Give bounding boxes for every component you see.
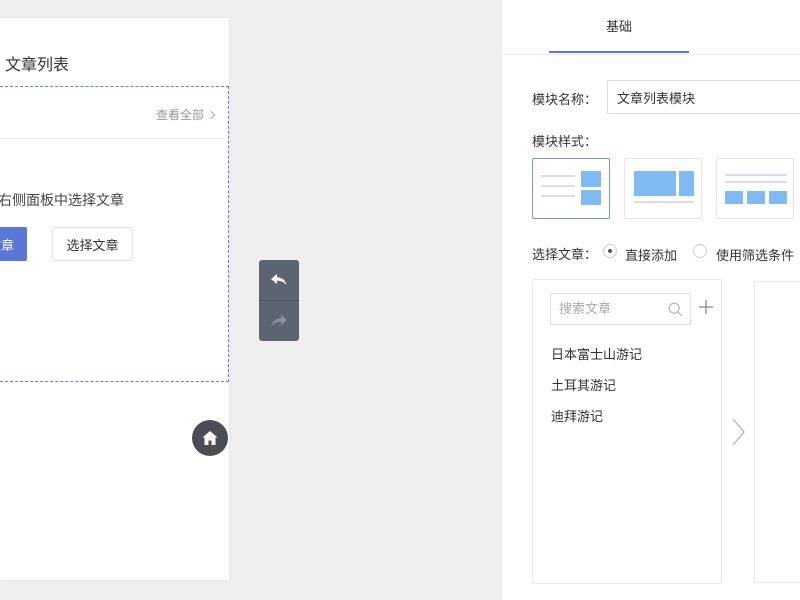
- style-block: [679, 171, 694, 196]
- home-icon: [202, 431, 218, 445]
- style-block: [747, 191, 765, 204]
- article-source-list: 日本富士山游记 土耳其游记 迪拜游记: [532, 279, 722, 584]
- radio-direct-add[interactable]: [603, 244, 617, 258]
- module-name-label: 模块名称：: [532, 93, 598, 108]
- style-line: [725, 174, 787, 176]
- primary-button[interactable]: 文章: [0, 227, 27, 261]
- divider: [0, 138, 228, 139]
- divider: [502, 54, 800, 55]
- style-line: [541, 175, 575, 177]
- redo-button[interactable]: [259, 301, 299, 341]
- style-option-3[interactable]: [716, 158, 794, 219]
- style-line: [541, 195, 575, 197]
- undo-icon: [271, 274, 287, 286]
- empty-hint: 右侧面板中选择文章: [0, 193, 124, 209]
- select-article-label: 选择文章：: [532, 248, 598, 263]
- tab-basic[interactable]: 基础: [549, 0, 689, 53]
- phone-preview: 文章列表 查看全部 右侧面板中选择文章 文章 选择文章: [0, 18, 229, 580]
- redo-icon: [271, 315, 287, 327]
- undo-redo-toolbar: [259, 260, 299, 341]
- article-item[interactable]: 迪拜游记: [551, 406, 603, 425]
- search-box: [550, 293, 691, 325]
- radio-use-filter-label[interactable]: 使用筛选条件: [716, 245, 794, 264]
- plus-icon[interactable]: [698, 299, 714, 315]
- home-button[interactable]: [192, 420, 228, 456]
- page-title: 文章列表: [5, 55, 70, 74]
- select-article-button[interactable]: 选择文章: [52, 227, 133, 261]
- style-block: [634, 171, 676, 196]
- style-option-1[interactable]: [532, 158, 610, 219]
- chevron-right-icon: [206, 110, 216, 119]
- search-icon[interactable]: [668, 302, 683, 317]
- style-block: [725, 191, 743, 204]
- style-line: [634, 201, 694, 203]
- radio-use-filter[interactable]: [693, 244, 707, 258]
- style-block: [769, 191, 787, 204]
- article-list-module[interactable]: 查看全部 右侧面板中选择文章 文章 选择文章: [0, 86, 229, 382]
- style-option-2[interactable]: [624, 158, 702, 219]
- style-line: [541, 185, 575, 187]
- chevron-right-icon[interactable]: [730, 417, 746, 447]
- style-block: [581, 190, 601, 205]
- article-selected-list: [754, 281, 800, 583]
- style-line: [725, 181, 787, 183]
- view-all-link[interactable]: 查看全部: [155, 106, 216, 123]
- article-item[interactable]: 土耳其游记: [551, 375, 616, 394]
- view-all-label: 查看全部: [155, 108, 204, 122]
- style-block: [581, 171, 601, 187]
- module-name-input[interactable]: [607, 80, 800, 114]
- module-style-label: 模块样式：: [532, 135, 598, 150]
- article-item[interactable]: 日本富士山游记: [551, 344, 642, 363]
- radio-direct-add-label[interactable]: 直接添加: [625, 245, 677, 264]
- settings-panel: 基础 模块名称： 模块样式： 选择文章： 直接添加 使用筛选条件: [502, 0, 800, 600]
- undo-button[interactable]: [259, 260, 299, 300]
